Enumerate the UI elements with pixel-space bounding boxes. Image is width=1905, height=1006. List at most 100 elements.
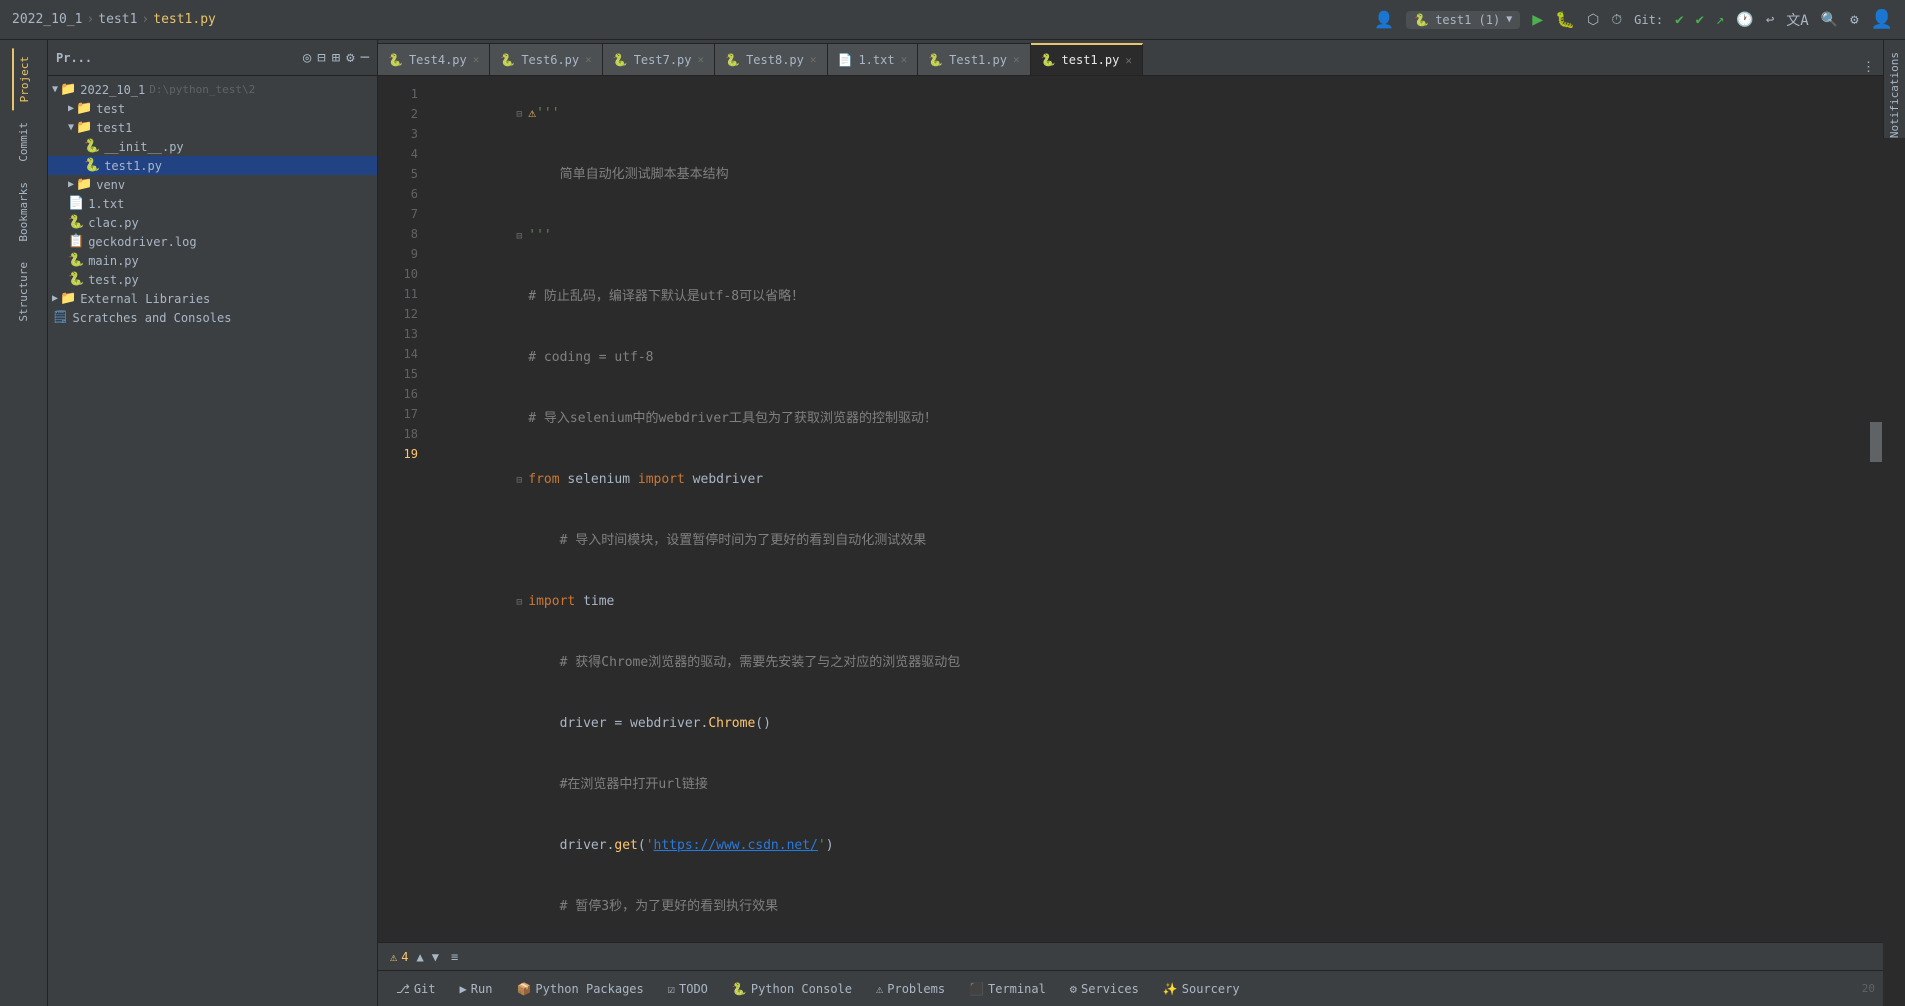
terminal-icon: ⬛ [969,982,984,996]
services-icon: ⚙ [1070,982,1077,996]
tab-test1py[interactable]: 🐍 test1.py ✕ [1031,43,1143,75]
tab-overflow-menu[interactable]: ⋮ [1854,60,1883,75]
sidebar-item-structure[interactable]: Structure [13,254,34,330]
git-label: Git: [1634,13,1663,27]
main-py-label: main.py [88,254,139,268]
tab-test1py-upper-close[interactable]: ✕ [1013,53,1020,66]
root-path: D:\python_test\2 [149,83,255,96]
bottom-tab-todo[interactable]: ☑ TODO [658,978,718,1000]
warning-up-icon[interactable]: ▲ [416,950,423,964]
debug-icon[interactable]: 🐛 [1555,10,1575,29]
tree-item-extlibs[interactable]: ▶ 📁 External Libraries [48,289,377,308]
run-button[interactable]: ▶ [1532,9,1543,30]
tab-1txt[interactable]: 📄 1.txt ✕ [828,43,919,75]
breadcrumb-root[interactable]: 2022_10_1 [12,12,82,27]
tree-item-scratches[interactable]: 🗒 Scratches and Consoles [48,308,377,327]
translate-icon[interactable]: 文A [1786,10,1808,30]
tab-test8[interactable]: 🐍 Test8.py ✕ [715,43,827,75]
root-label: 2022_10_1 [80,83,145,97]
fold-7[interactable]: ⊟ [516,471,528,491]
avatar-icon[interactable]: 👤 [1871,9,1893,30]
scratches-label: Scratches and Consoles [73,311,232,325]
tab-test6-close[interactable]: ✕ [585,53,592,66]
txt-label: 1.txt [88,197,124,211]
bottom-tab-terminal[interactable]: ⬛ Terminal [959,978,1056,1000]
code-line-11: driver = webdriver.Chrome() [438,694,1857,755]
tree-item-init[interactable]: 🐍 __init__.py [48,137,377,156]
collapse-all-icon[interactable]: ⊟ [317,50,325,66]
tab-test4-close[interactable]: ✕ [473,53,480,66]
bottom-tab-python-console[interactable]: 🐍 Python Console [722,978,862,1000]
code-editor[interactable]: ⊟⚠''' 简单自动化测试脚本基本结构 ⊟''' # 防止乱码，编译器下默认是u… [426,76,1869,942]
tree-item-1txt[interactable]: 📄 1.txt [48,194,377,213]
test-py-label: test.py [88,273,139,287]
git-arrow-icon[interactable]: ↗ [1716,12,1724,28]
git-clock-icon[interactable]: 🕐 [1736,12,1753,28]
search-icon[interactable]: 🔍 [1821,12,1838,28]
tree-item-root[interactable]: ▼ 📁 2022_10_1 D:\python_test\2 [48,80,377,99]
tree-item-test[interactable]: ▶ 📁 test [48,99,377,118]
bottom-tab-git[interactable]: ⎇ Git [386,978,446,1000]
tab-test4[interactable]: 🐍 Test4.py ✕ [378,43,490,75]
venv-folder-icon: 📁 [76,177,92,192]
breadcrumb: 2022_10_1 › test1 › test1.py [12,12,216,27]
git-check2-icon[interactable]: ✔ [1696,12,1704,28]
bottom-tab-services[interactable]: ⚙ Services [1060,978,1149,1000]
tab-test7[interactable]: 🐍 Test7.py ✕ [603,43,715,75]
tree-item-test1[interactable]: ▼ 📁 test1 [48,118,377,137]
tree-settings-icon[interactable]: ⚙ [346,50,354,66]
warning-more-icon[interactable]: ≡ [451,950,458,964]
tab-test6[interactable]: 🐍 Test6.py ✕ [490,43,602,75]
test1-folder-icon: 📁 [76,120,92,135]
test-py-icon: 🐍 [68,272,84,287]
sourcery-icon: ✨ [1163,982,1178,996]
tab-test7-label: Test7.py [634,53,692,67]
sidebar-item-project[interactable]: Project [12,48,35,110]
tab-test8-icon: 🐍 [725,53,740,67]
sidebar-item-bookmarks[interactable]: Bookmarks [13,174,34,250]
tree-item-gecko[interactable]: 📋 geckodriver.log [48,232,377,251]
tree-item-test1-py[interactable]: 🐍 test1.py [48,156,377,175]
notifications-label[interactable]: Notifications [1888,52,1901,138]
code-line-7: ⊟from selenium import webdriver [438,450,1857,511]
tab-1txt-close[interactable]: ✕ [901,53,908,66]
locate-icon[interactable]: ◎ [303,50,311,66]
editor-scrollbar-thumb[interactable] [1870,422,1882,462]
tree-item-clac[interactable]: 🐍 clac.py [48,213,377,232]
tab-test8-label: Test8.py [746,53,804,67]
tab-test7-close[interactable]: ✕ [698,53,705,66]
code-line-15: time.sleep(3) [438,938,1857,942]
tab-test1py-upper[interactable]: 🐍 Test1.py ✕ [918,43,1030,75]
fold-3[interactable]: ⊟ [516,227,528,247]
run-bottom-icon: ▶ [460,982,467,996]
fold-1[interactable]: ⊟ [516,105,528,125]
undo-icon[interactable]: ↩ [1766,12,1774,28]
bottom-tab-run[interactable]: ▶ Run [450,978,503,1000]
profile-icon[interactable]: 👤 [1374,10,1394,29]
fold-9[interactable]: ⊟ [516,593,528,613]
settings-icon[interactable]: ⚙ [1850,12,1858,28]
left-sidebar: Project Commit Bookmarks Structure [0,40,48,1006]
panel-actions: ◎ ⊟ ⊞ ⚙ ─ [303,50,369,66]
tab-test8-close[interactable]: ✕ [810,53,817,66]
coverage-icon[interactable]: ⬡ [1587,12,1599,28]
breadcrumb-file[interactable]: test1.py [153,12,216,27]
breadcrumb-folder[interactable]: test1 [98,12,137,27]
tree-item-venv[interactable]: ▶ 📁 venv [48,175,377,194]
sidebar-item-commit[interactable]: Commit [13,114,34,170]
warning-down-icon[interactable]: ▼ [432,950,439,964]
tree-item-test-py[interactable]: 🐍 test.py [48,270,377,289]
git-check1-icon[interactable]: ✔ [1675,12,1683,28]
bottom-tab-sourcery[interactable]: ✨ Sourcery [1153,978,1250,1000]
test1-py-icon: 🐍 [84,158,100,173]
code-line-10: # 获得Chrome浏览器的驱动，需要先安装了与之对应的浏览器驱动包 [438,633,1857,694]
run-config[interactable]: 🐍 test1 (1) ▼ [1406,11,1520,29]
tree-minimize-icon[interactable]: ─ [361,50,369,66]
bottom-tab-problems[interactable]: ⚠ Problems [866,978,955,1000]
bottom-tab-python-packages[interactable]: 📦 Python Packages [506,978,653,1000]
profiler-icon[interactable]: ⏱ [1611,12,1622,28]
tab-1txt-label: 1.txt [858,53,894,67]
expand-all-icon[interactable]: ⊞ [332,50,340,66]
tree-item-main[interactable]: 🐍 main.py [48,251,377,270]
tab-test1py-close[interactable]: ✕ [1125,54,1132,67]
